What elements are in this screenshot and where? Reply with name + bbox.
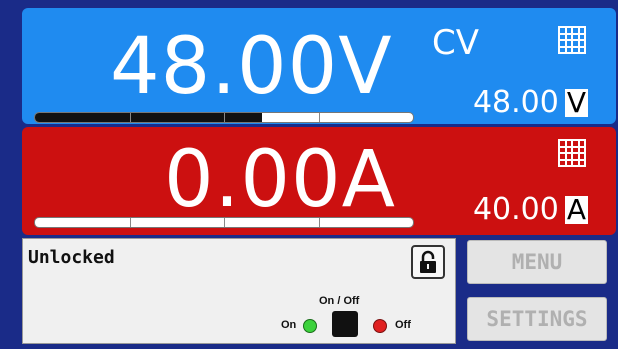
onoff-title: On / Off	[319, 295, 360, 307]
voltage-panel: 48.00V CV 48.00 V	[22, 8, 616, 124]
voltage-keypad-icon[interactable]	[558, 26, 586, 54]
off-led-icon	[373, 319, 387, 333]
regulation-mode-label: CV	[432, 23, 479, 63]
lock-status-text: Unlocked	[28, 247, 115, 268]
voltage-set-value[interactable]: 48.00 V	[473, 88, 588, 118]
voltage-bar-fill	[35, 113, 262, 122]
voltage-unit: V	[564, 86, 588, 119]
unlock-icon	[420, 250, 436, 273]
voltage-reading: 48.00V	[110, 22, 393, 112]
current-keypad-icon[interactable]	[558, 139, 586, 167]
current-unit: A	[564, 193, 588, 226]
current-set-number: 40.00	[472, 192, 559, 227]
settings-button[interactable]: SETTINGS	[467, 297, 607, 341]
on-led-icon	[303, 319, 317, 333]
off-label: Off	[395, 319, 411, 331]
current-panel: 0.00A 40.00 A	[22, 127, 616, 235]
voltage-set-number: 48.00	[472, 85, 559, 120]
current-reading: 0.00A	[164, 135, 397, 225]
output-onoff-button[interactable]	[332, 311, 358, 337]
on-label: On	[281, 319, 297, 331]
lock-button[interactable]	[411, 245, 445, 279]
current-set-value[interactable]: 40.00 A	[473, 195, 588, 225]
menu-button[interactable]: MENU	[467, 240, 607, 284]
current-bar	[34, 217, 414, 228]
status-panel: Unlocked On / Off On Off	[22, 238, 456, 344]
voltage-bar	[34, 112, 414, 123]
